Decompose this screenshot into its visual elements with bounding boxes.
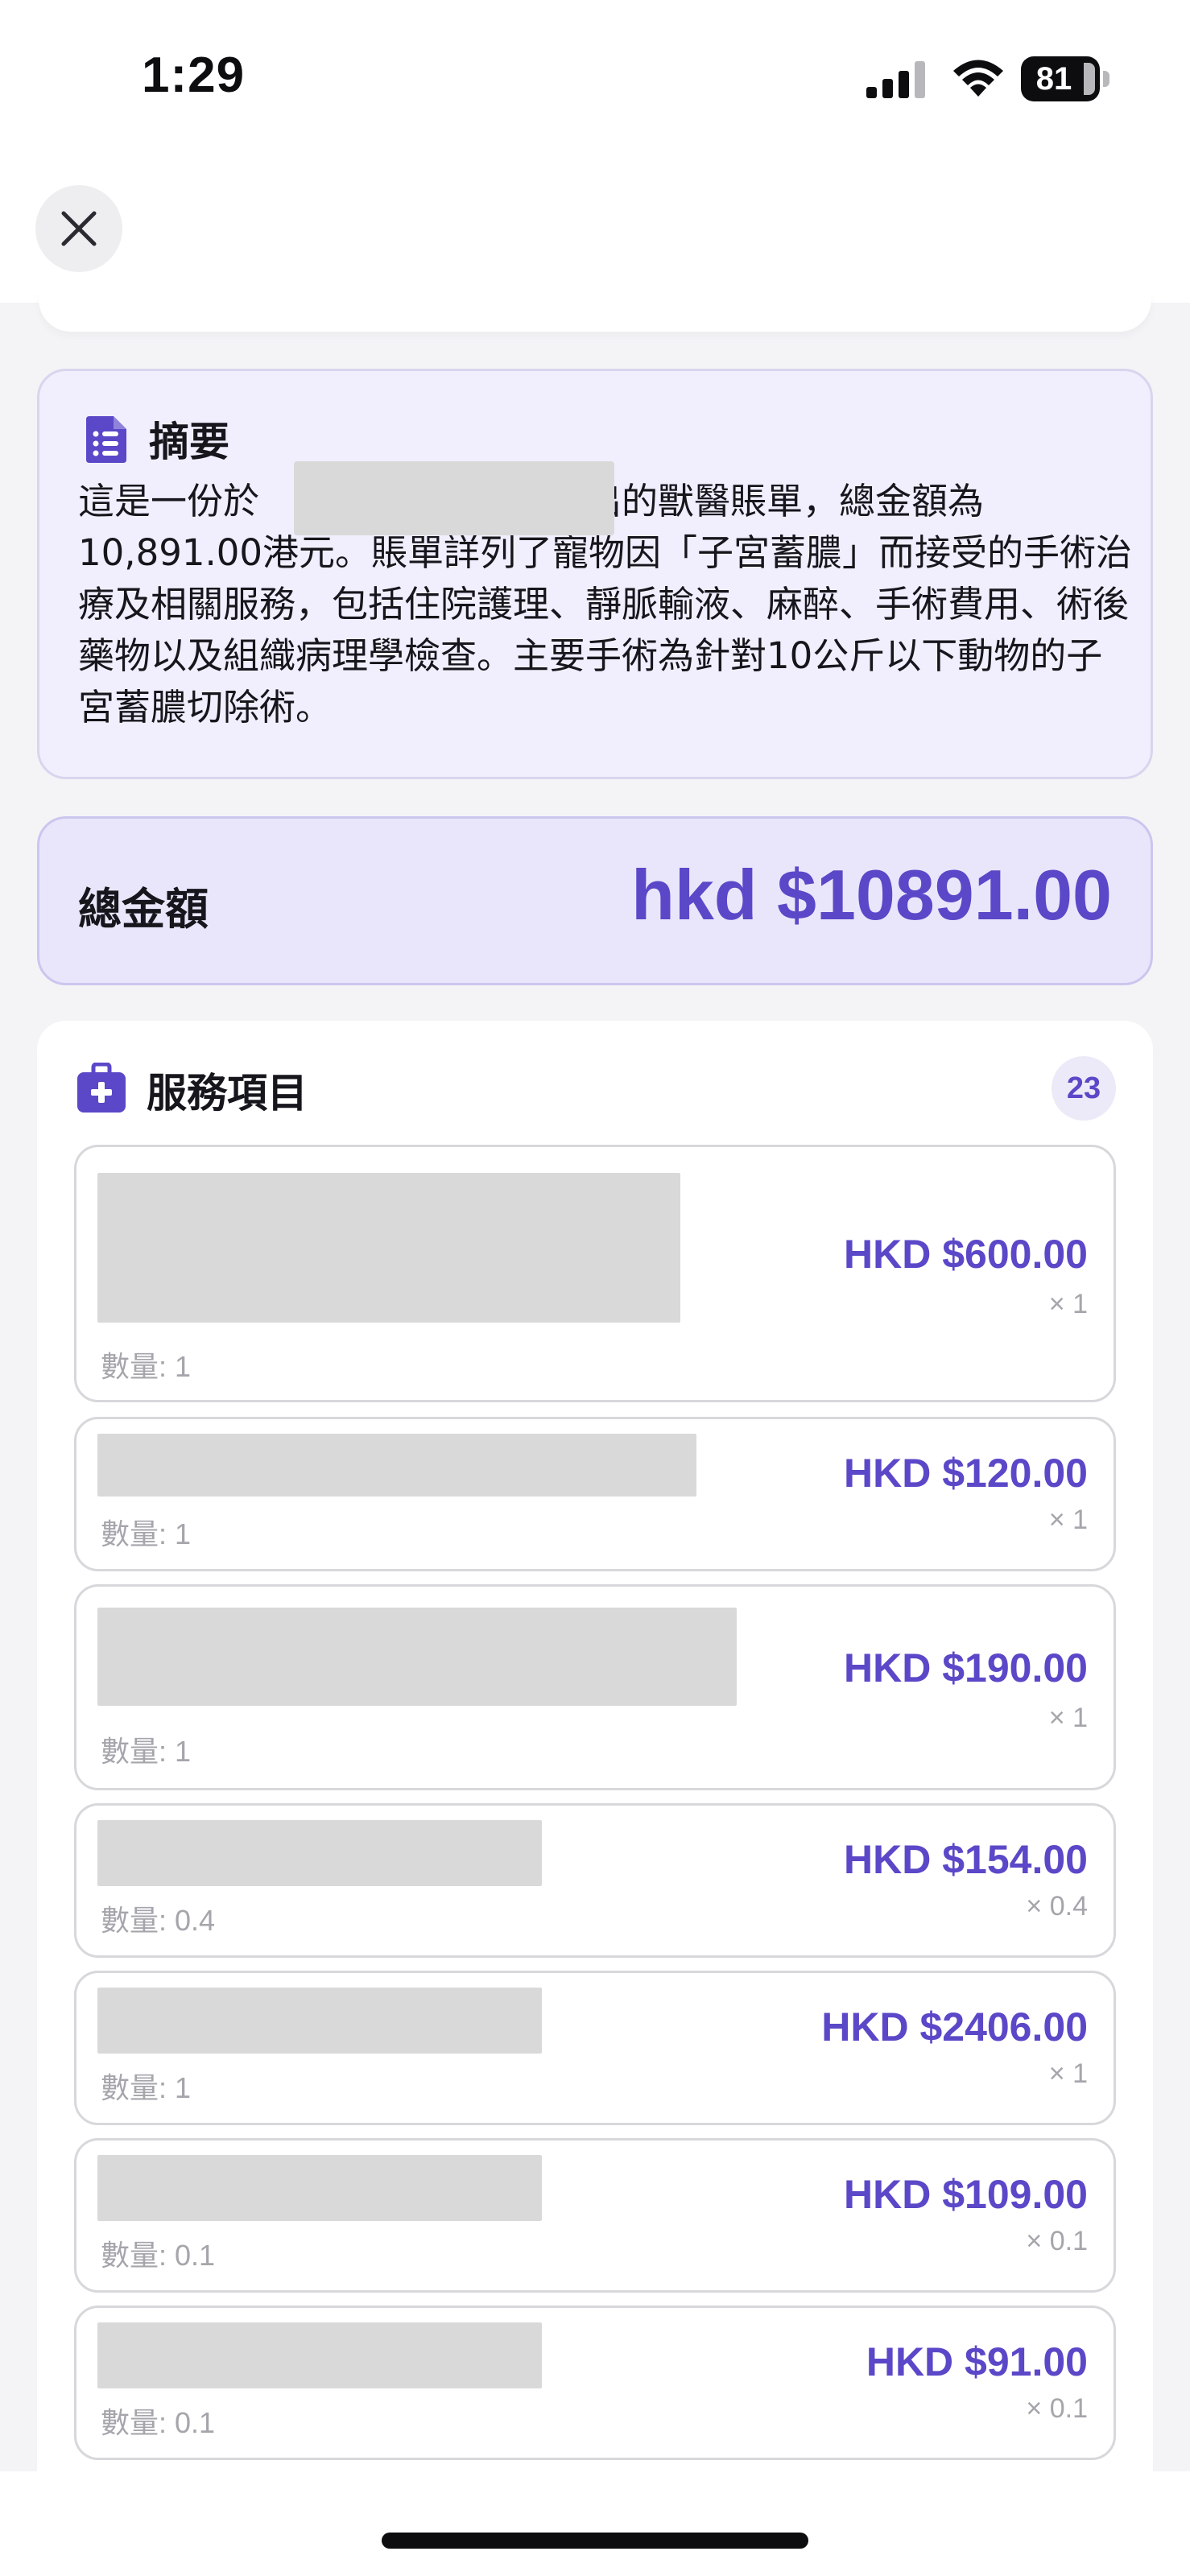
item-multiplier: × 1	[1048, 1703, 1088, 1733]
item-price: HKD $120.00	[844, 1451, 1088, 1496]
item-quantity: 數量: 0.1	[101, 2406, 216, 2439]
service-item[interactable]: 數量: 1 HKD $600.00 × 1	[74, 1145, 1116, 1402]
wifi-icon	[953, 60, 1003, 97]
service-item[interactable]: 數量: 0.1 HKD $109.00 × 0.1	[74, 2138, 1116, 2293]
home-indicator-area	[0, 2471, 1190, 2576]
summary-text-start: 這是一份於	[78, 480, 260, 522]
document-icon	[86, 416, 126, 463]
item-quantity: 數量: 1	[101, 1517, 192, 1550]
item-multiplier: × 0.4	[1026, 1891, 1088, 1922]
item-price: HKD $91.00	[866, 2339, 1088, 2384]
summary-card: 摘要 這是一份於 發出的獸醫賬單，總金額為10,891.00港元。賬單詳列了寵物因…	[37, 369, 1153, 779]
redacted-block	[97, 1608, 737, 1706]
battery-icon: 81	[1021, 56, 1109, 101]
item-quantity: 數量: 0.1	[101, 2239, 216, 2272]
previous-card-edge	[39, 290, 1151, 332]
item-multiplier: × 0.1	[1026, 2393, 1088, 2424]
total-label: 總金額	[78, 884, 209, 935]
redacted-block	[294, 461, 614, 535]
home-indicator[interactable]	[382, 2533, 808, 2549]
bill-detail-screen: 1:29 81 摘要 這是一份於 發出的獸醫賬單，總金額為10,891.00港元…	[0, 0, 1190, 2576]
item-quantity: 數量: 1	[101, 2071, 192, 2104]
service-item[interactable]: 數量: 1 HKD $2406.00 × 1	[74, 1971, 1116, 2125]
services-count-badge: 23	[1052, 1056, 1116, 1121]
service-item[interactable]: 數量: 1 HKD $190.00 × 1	[74, 1584, 1116, 1790]
item-multiplier: × 0.1	[1026, 2226, 1088, 2256]
close-icon	[61, 211, 97, 246]
redacted-block	[97, 1820, 542, 1886]
redacted-block	[97, 1434, 696, 1496]
service-item[interactable]: 數量: 1 HKD $120.00 × 1	[74, 1417, 1116, 1571]
item-price: HKD $2406.00	[821, 2004, 1088, 2050]
services-card: 服務項目 23 數量: 1 HKD $600.00 × 1 數量: 1 HKD …	[37, 1021, 1153, 2576]
item-quantity: 數量: 0.4	[101, 1904, 216, 1937]
service-item[interactable]: 數量: 0.4 HKD $154.00 × 0.4	[74, 1803, 1116, 1958]
total-card: 總金額 hkd $10891.00	[37, 816, 1153, 985]
item-price: HKD $109.00	[844, 2172, 1088, 2217]
redacted-block	[97, 1173, 680, 1323]
status-bar: 1:29 81	[0, 0, 1190, 145]
cellular-signal-icon	[866, 61, 925, 98]
medical-kit-icon	[77, 1063, 126, 1113]
item-price: HKD $154.00	[844, 1837, 1088, 1882]
item-price: HKD $190.00	[844, 1645, 1088, 1690]
item-multiplier: × 1	[1048, 1289, 1088, 1319]
summary-title: 摘要	[149, 419, 229, 465]
redacted-block	[97, 1988, 542, 2054]
item-multiplier: × 1	[1048, 2058, 1088, 2089]
item-quantity: 數量: 1	[101, 1735, 192, 1768]
item-price: HKD $600.00	[844, 1232, 1088, 1277]
service-item[interactable]: 數量: 0.1 HKD $91.00 × 0.1	[74, 2306, 1116, 2460]
services-title: 服務項目	[147, 1070, 308, 1117]
close-button[interactable]	[35, 185, 122, 272]
total-amount: hkd $10891.00	[631, 855, 1112, 935]
item-quantity: 數量: 1	[101, 1350, 192, 1383]
item-multiplier: × 1	[1048, 1505, 1088, 1535]
redacted-block	[97, 2155, 542, 2221]
redacted-block	[97, 2322, 542, 2388]
battery-level: 81	[1035, 61, 1072, 97]
status-time: 1:29	[142, 47, 246, 103]
header-bar	[0, 145, 1190, 303]
